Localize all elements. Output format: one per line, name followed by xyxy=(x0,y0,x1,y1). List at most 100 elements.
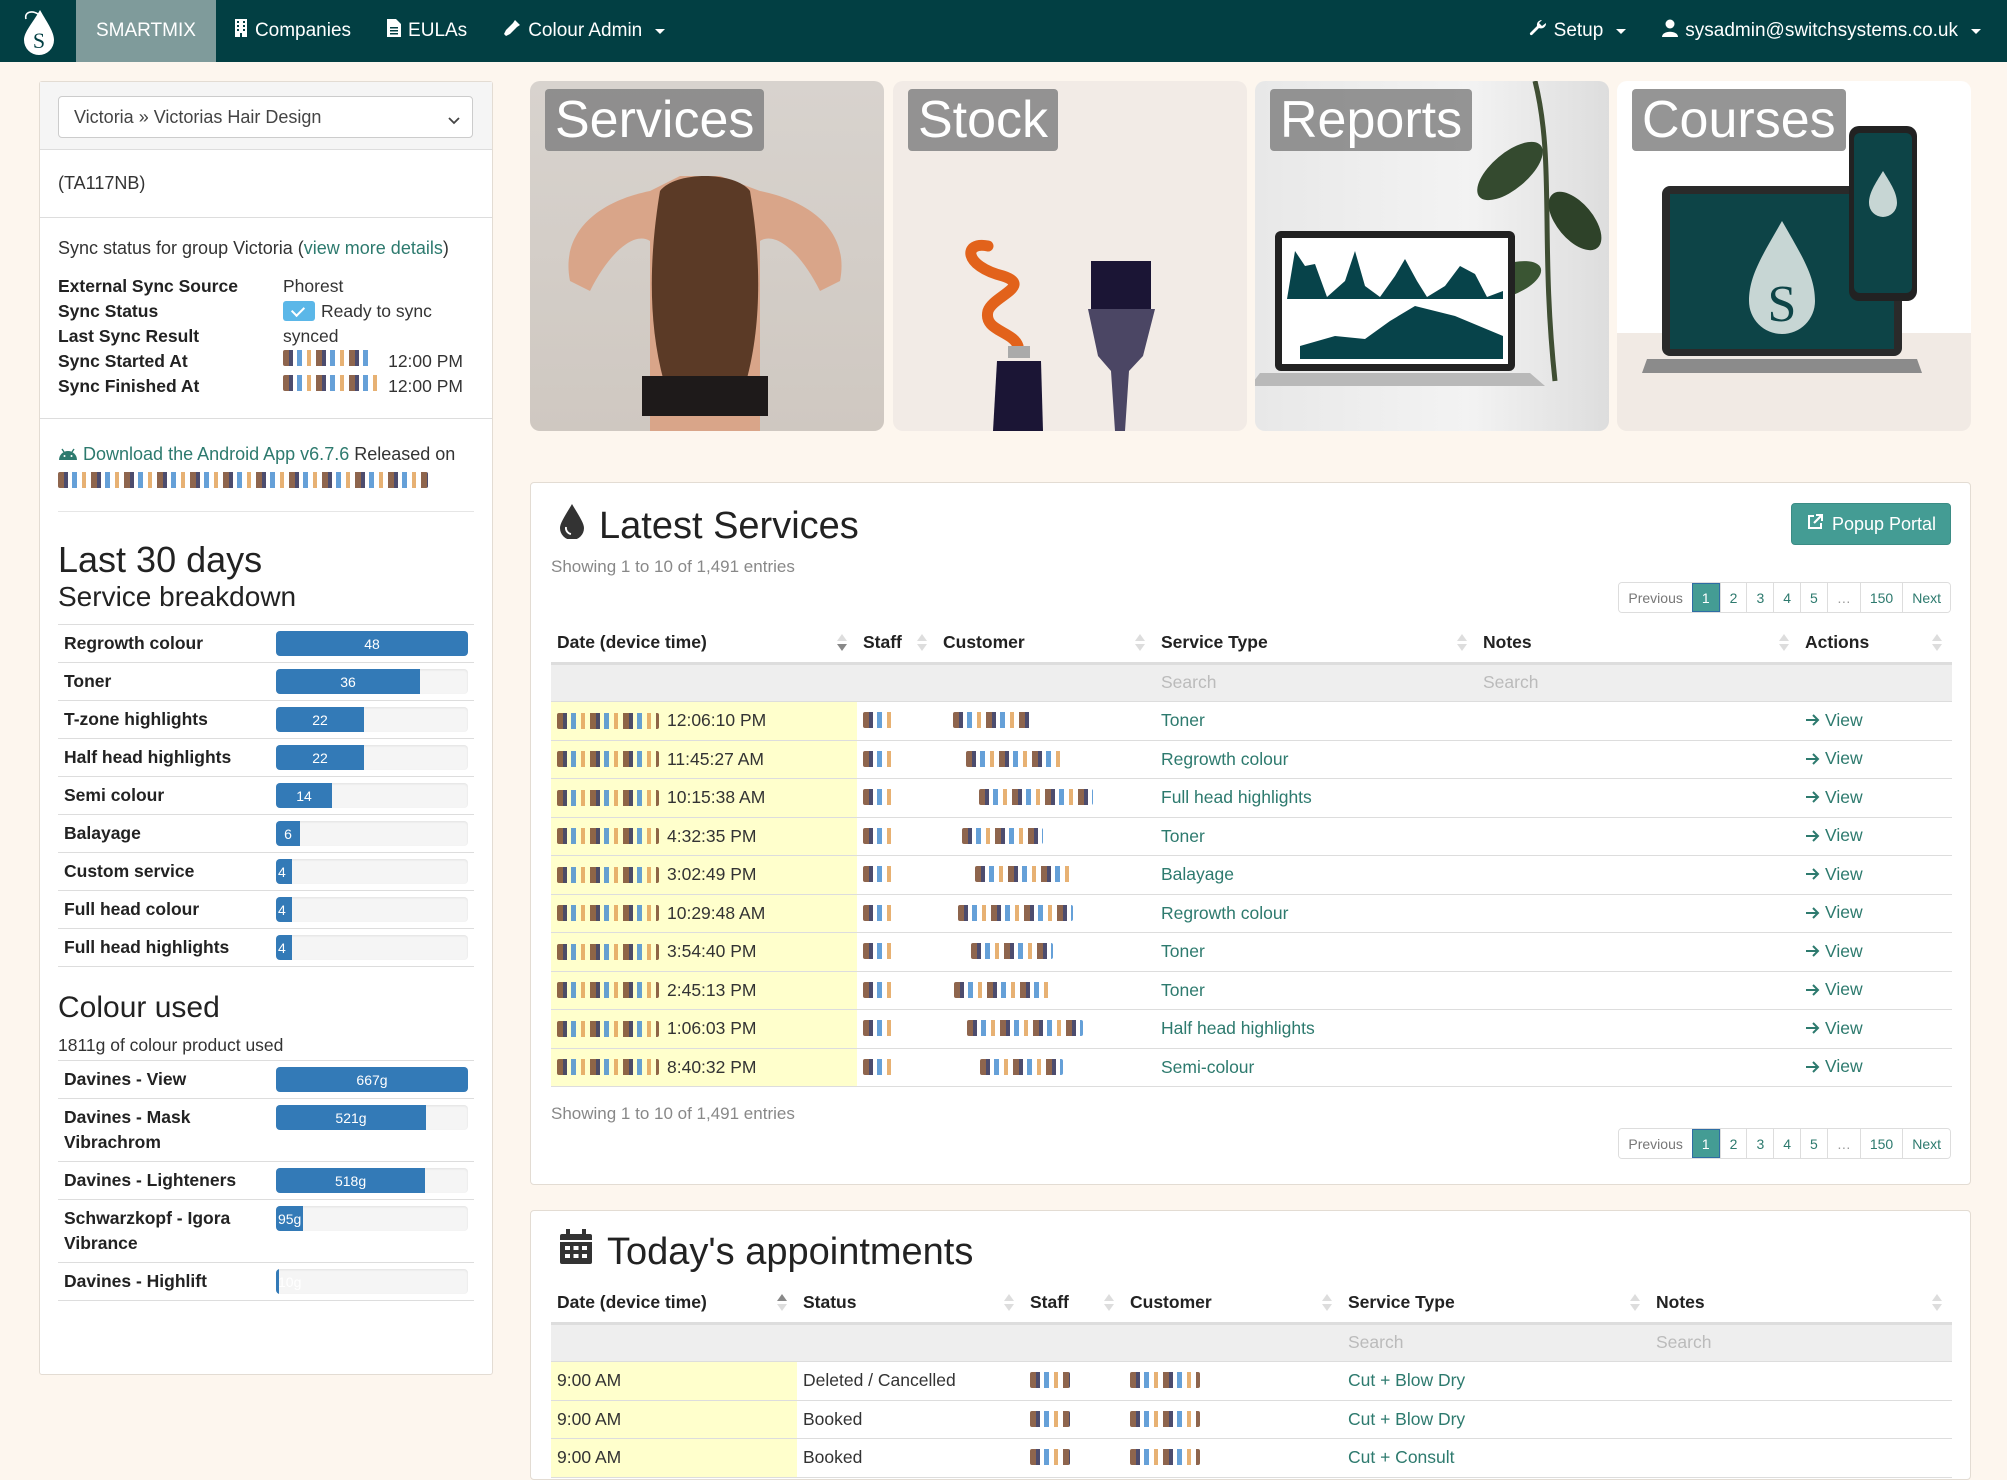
column-header[interactable]: Actions xyxy=(1799,623,1952,665)
column-header[interactable]: Customer xyxy=(937,623,1155,665)
tile-services[interactable]: Services xyxy=(530,81,884,431)
smartmix-logo-icon[interactable]: S xyxy=(0,0,76,62)
nav-companies[interactable]: Companies xyxy=(216,0,369,62)
nav-eulas[interactable]: EULAs xyxy=(369,0,485,62)
pagination-page[interactable]: 2 xyxy=(1719,583,1747,612)
staff-cell xyxy=(857,778,937,818)
service-type-cell[interactable]: Toner xyxy=(1155,817,1477,856)
column-search-input[interactable]: Search xyxy=(1650,1323,1952,1362)
service-type-cell[interactable]: Cut + Blow Dry xyxy=(1342,1361,1650,1401)
pagination-page[interactable]: 2 xyxy=(1719,1129,1747,1158)
notes-cell xyxy=(1477,1048,1799,1087)
service-breakdown-label: Balayage xyxy=(64,823,141,843)
tile-stock[interactable]: Stock xyxy=(893,81,1247,431)
service-type-cell[interactable]: Cut + Consult xyxy=(1342,1438,1650,1478)
nav-smartmix[interactable]: SMARTMIX xyxy=(76,0,216,62)
service-breakdown-label: Regrowth colour xyxy=(64,633,204,653)
service-type-cell[interactable]: Regrowth colour xyxy=(1155,894,1477,933)
check-icon xyxy=(283,301,315,321)
redacted-staff xyxy=(1030,1449,1070,1466)
service-type-cell[interactable]: Balayage xyxy=(1155,855,1477,895)
view-link[interactable]: View xyxy=(1805,902,1863,923)
pagination-page[interactable]: 4 xyxy=(1773,583,1801,612)
view-link[interactable]: View xyxy=(1805,825,1863,846)
redacted-customer xyxy=(953,712,1033,729)
service-type-cell[interactable]: Semi-colour xyxy=(1155,1048,1477,1087)
nav-setup[interactable]: Setup xyxy=(1511,0,1645,62)
pagination-page[interactable]: 5 xyxy=(1800,583,1827,612)
latest-services-table: Date (device time) Staff Customer Service T… xyxy=(551,623,1952,1087)
notes-cell xyxy=(1477,1009,1799,1049)
colour-used-row: Davines - View 667g xyxy=(58,1061,474,1099)
service-type-cell[interactable]: Half head highlights xyxy=(1155,1009,1477,1049)
pagination-previous[interactable]: Previous xyxy=(1619,583,1692,612)
notes-cell xyxy=(1477,701,1799,741)
pagination-page[interactable]: 1 xyxy=(1691,1129,1720,1158)
service-type-cell[interactable]: Cut + Blow Dry xyxy=(1342,1400,1650,1439)
pagination-ellipsis: … xyxy=(1826,583,1860,612)
column-header[interactable]: Staff xyxy=(857,623,937,665)
view-link[interactable]: View xyxy=(1805,979,1863,1000)
svg-text:S: S xyxy=(33,28,45,53)
column-search-input[interactable]: Search xyxy=(1477,663,1799,702)
staff-cell xyxy=(857,701,937,741)
service-type-cell[interactable]: Full head highlights xyxy=(1155,778,1477,818)
column-search-input[interactable]: Search xyxy=(1155,663,1477,702)
pagination-page[interactable]: 150 xyxy=(1859,1129,1903,1158)
tile-courses[interactable]: S Courses xyxy=(1617,81,1971,431)
column-header[interactable]: Notes xyxy=(1477,623,1799,665)
staff-cell xyxy=(857,1009,937,1049)
column-header[interactable]: Service Type xyxy=(1155,623,1477,665)
pagination-page[interactable]: 5 xyxy=(1800,1129,1827,1158)
service-type-cell[interactable]: Toner xyxy=(1155,932,1477,972)
column-header[interactable]: Status xyxy=(797,1283,1024,1325)
download-android-app-link[interactable]: Download the Android App v6.7.6 xyxy=(83,444,349,464)
nav-user-menu[interactable]: sysadmin@switchsystems.co.uk xyxy=(1644,0,1999,62)
arrow-right-icon xyxy=(1806,983,1820,996)
column-header[interactable]: Date (device time) xyxy=(551,623,857,665)
service-breakdown-bar-fill: 6 xyxy=(276,821,300,846)
column-header[interactable]: Staff xyxy=(1024,1283,1124,1325)
service-breakdown-label: Half head highlights xyxy=(64,747,232,767)
pagination-bottom: Previous 1 2 3 4 5… 150 Next xyxy=(1618,1128,1951,1159)
notes-cell xyxy=(1477,894,1799,933)
pagination-previous[interactable]: Previous xyxy=(1619,1129,1692,1158)
column-header[interactable]: Date (device time) xyxy=(551,1283,797,1325)
service-type-cell[interactable]: Regrowth colour xyxy=(1155,740,1477,779)
table-row: 11:45:27 AM Regrowth colour View xyxy=(551,740,1952,779)
view-link[interactable]: View xyxy=(1805,787,1863,808)
salon-select[interactable]: Victoria » Victorias Hair Design xyxy=(58,96,473,138)
redacted-staff xyxy=(863,750,893,767)
view-link[interactable]: View xyxy=(1805,748,1863,769)
column-header[interactable]: Customer xyxy=(1124,1283,1342,1325)
sort-icon xyxy=(1004,1294,1014,1311)
actions-cell: View xyxy=(1799,1009,1952,1049)
pagination-next[interactable]: Next xyxy=(1902,583,1950,612)
view-more-details-link[interactable]: view more details xyxy=(304,238,443,258)
tile-reports[interactable]: Reports xyxy=(1255,81,1609,431)
notes-cell xyxy=(1477,740,1799,779)
pagination-page[interactable]: 1 xyxy=(1691,583,1720,612)
pagination-page[interactable]: 3 xyxy=(1746,1129,1774,1158)
popup-portal-button[interactable]: Popup Portal xyxy=(1791,503,1951,545)
view-link[interactable]: View xyxy=(1805,1018,1863,1039)
notes-cell xyxy=(1650,1361,1952,1401)
column-search-input[interactable]: Search xyxy=(1342,1323,1650,1362)
service-type-cell[interactable]: Toner xyxy=(1155,971,1477,1010)
column-header[interactable]: Notes xyxy=(1650,1283,1952,1325)
pagination-page[interactable]: 4 xyxy=(1773,1129,1801,1158)
pagination-page[interactable]: 3 xyxy=(1746,583,1774,612)
service-type-cell[interactable]: Toner xyxy=(1155,701,1477,741)
view-link[interactable]: View xyxy=(1805,941,1863,962)
table-row: 2:45:13 PM Toner View xyxy=(551,971,1952,1010)
table-row: 3:02:49 PM Balayage View xyxy=(551,855,1952,895)
view-link[interactable]: View xyxy=(1805,1056,1863,1077)
view-link[interactable]: View xyxy=(1805,710,1863,731)
column-header[interactable]: Service Type xyxy=(1342,1283,1650,1325)
view-link[interactable]: View xyxy=(1805,864,1863,885)
salon-postcode: (TA117NB) xyxy=(58,173,146,193)
service-breakdown-row: Toner 36 xyxy=(58,663,474,701)
nav-colour-admin[interactable]: Colour Admin xyxy=(485,0,683,62)
pagination-next[interactable]: Next xyxy=(1902,1129,1950,1158)
pagination-page[interactable]: 150 xyxy=(1859,583,1903,612)
